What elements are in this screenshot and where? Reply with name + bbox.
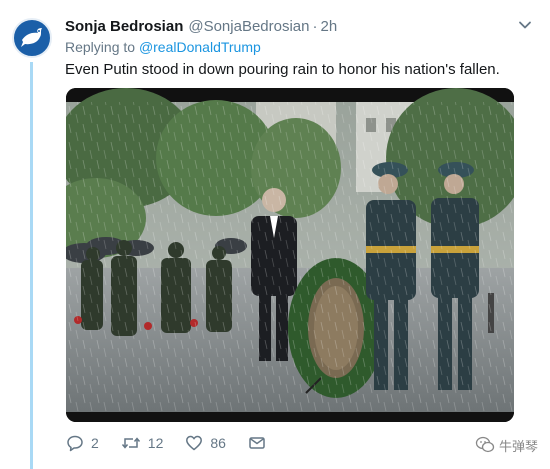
retweet-count: 12 (147, 435, 164, 451)
tweet-header: Sonja Bedrosian @SonjaBedrosian · 2h (65, 16, 530, 36)
separator: · (312, 17, 318, 35)
author-handle[interactable]: @SonjaBedrosian (188, 18, 309, 35)
reply-mention-link[interactable]: @realDonaldTrump (139, 39, 261, 55)
tweet-text: Even Putin stood in down pouring rain to… (65, 61, 500, 78)
retweet-icon (121, 437, 140, 449)
thread-line (30, 62, 33, 469)
reply-count: 2 (91, 435, 99, 451)
tweet-actions: 2 12 86 (66, 432, 295, 454)
wechat-icon (475, 436, 495, 453)
like-count: 86 (210, 435, 226, 451)
heart-icon (186, 435, 203, 451)
envelope-icon (249, 437, 265, 449)
avatar[interactable] (12, 18, 52, 58)
dove-icon (21, 28, 42, 47)
watermark: 牛弹琴 (475, 434, 538, 456)
author-name[interactable]: Sonja Bedrosian (65, 18, 183, 35)
tweet-photo[interactable] (66, 88, 514, 422)
reply-icon (67, 435, 83, 452)
chevron-down-icon[interactable] (518, 18, 532, 32)
retweet-button[interactable]: 12 (121, 434, 164, 452)
photo-rain-memorial (66, 88, 514, 422)
replying-to: Replying to @realDonaldTrump (65, 39, 261, 55)
timestamp[interactable]: 2h (321, 18, 338, 35)
like-button[interactable]: 86 (185, 434, 226, 452)
reply-prefix: Replying to (65, 39, 136, 55)
direct-message-button[interactable] (248, 434, 273, 452)
watermark-text: 牛弹琴 (498, 438, 538, 454)
reply-button[interactable]: 2 (66, 434, 99, 452)
